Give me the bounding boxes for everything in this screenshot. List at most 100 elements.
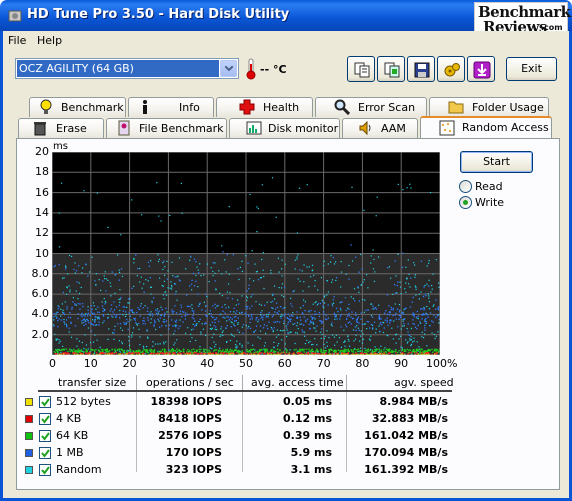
data-point xyxy=(135,350,137,352)
data-point xyxy=(272,314,274,316)
data-point xyxy=(248,284,250,286)
data-point xyxy=(94,321,96,323)
data-point xyxy=(302,331,304,333)
data-point xyxy=(241,295,243,297)
tab-aam[interactable]: AAM xyxy=(342,118,418,138)
data-point xyxy=(297,352,299,355)
series-checkbox[interactable] xyxy=(39,430,51,442)
data-point xyxy=(411,301,413,303)
data-point xyxy=(402,320,404,322)
data-point xyxy=(331,303,333,305)
data-point xyxy=(173,344,175,346)
data-point xyxy=(308,266,310,268)
data-point xyxy=(362,281,364,283)
data-point xyxy=(333,350,335,353)
data-point xyxy=(428,301,431,303)
y-tick-label: 2.0 xyxy=(31,327,50,341)
data-point xyxy=(294,323,296,325)
data-point xyxy=(315,330,317,332)
data-point xyxy=(56,316,58,319)
series-checkbox[interactable] xyxy=(39,447,51,459)
data-point xyxy=(367,348,369,350)
data-point xyxy=(55,315,57,317)
tab-erase[interactable]: Erase xyxy=(18,118,104,138)
data-point xyxy=(121,343,124,345)
drive-select[interactable]: OCZ AGILITY (64 GB) xyxy=(15,58,239,79)
copy-info-button[interactable] xyxy=(347,56,375,82)
data-point xyxy=(409,334,411,336)
menu-file[interactable]: File xyxy=(8,34,26,47)
data-point xyxy=(264,342,266,344)
data-point xyxy=(238,303,240,305)
data-point xyxy=(435,348,438,350)
data-point xyxy=(67,350,69,353)
data-point xyxy=(429,192,432,194)
data-point xyxy=(400,352,402,354)
menu-help[interactable]: Help xyxy=(37,34,62,47)
data-point xyxy=(373,307,375,309)
data-point xyxy=(79,292,81,295)
data-point xyxy=(149,277,151,279)
series-checkbox[interactable] xyxy=(39,464,51,476)
series-checkbox[interactable] xyxy=(39,396,51,408)
data-point xyxy=(247,262,249,264)
data-point xyxy=(271,348,273,351)
exit-button[interactable]: Exit xyxy=(506,57,557,81)
copy-screenshot-button[interactable] xyxy=(377,56,405,82)
data-point xyxy=(77,303,79,305)
options-button[interactable] xyxy=(437,56,465,82)
data-point xyxy=(139,308,141,311)
tab-file-benchmark[interactable]: File Benchmark xyxy=(106,118,227,138)
chevron-down-icon[interactable] xyxy=(220,60,237,77)
data-point xyxy=(388,266,390,268)
access-time-cell: 3.1 ms xyxy=(290,463,332,476)
data-point xyxy=(299,323,301,325)
series-checkbox[interactable] xyxy=(39,413,51,425)
tab-error-scan[interactable]: Error Scan xyxy=(315,97,427,117)
tab-disk-monitor[interactable]: Disk monitor xyxy=(229,118,340,138)
tab-health[interactable]: Health xyxy=(216,97,313,117)
data-point xyxy=(287,323,289,325)
data-point xyxy=(333,263,336,265)
data-point xyxy=(348,349,350,352)
start-button[interactable]: Start xyxy=(460,151,533,173)
save-button[interactable] xyxy=(407,56,435,82)
data-point xyxy=(60,319,62,321)
data-point xyxy=(437,307,439,310)
data-point xyxy=(139,315,141,317)
tab-info[interactable]: Info xyxy=(128,97,214,117)
data-point xyxy=(402,352,404,354)
data-point xyxy=(171,319,173,321)
data-point xyxy=(253,280,255,282)
data-point xyxy=(340,261,342,263)
data-point xyxy=(178,352,180,354)
read-radio[interactable] xyxy=(459,180,472,193)
data-point xyxy=(111,352,113,354)
data-point xyxy=(138,328,140,330)
data-point xyxy=(93,324,95,326)
data-point xyxy=(105,290,107,292)
data-point xyxy=(205,334,207,336)
tab-random-access[interactable]: Random Access xyxy=(420,116,552,138)
data-point xyxy=(282,351,284,353)
data-point xyxy=(180,182,182,185)
data-point xyxy=(412,312,414,314)
data-point xyxy=(64,301,66,303)
data-point xyxy=(265,350,268,352)
data-point xyxy=(111,271,113,273)
data-point xyxy=(118,348,121,350)
data-point xyxy=(340,309,342,311)
write-radio[interactable] xyxy=(459,196,472,209)
data-point xyxy=(222,352,225,354)
download-button[interactable] xyxy=(467,56,495,82)
x-tick-label: 100% xyxy=(426,357,458,370)
data-point xyxy=(428,295,430,297)
data-point xyxy=(233,307,235,309)
col-operations: operations / sec xyxy=(146,376,234,389)
data-point xyxy=(62,309,64,311)
tab-folder-usage[interactable]: Folder Usage xyxy=(429,97,549,117)
data-point xyxy=(292,290,294,293)
data-point xyxy=(139,336,141,338)
tab-benchmark[interactable]: Benchmark xyxy=(29,97,126,117)
data-point xyxy=(345,273,347,275)
